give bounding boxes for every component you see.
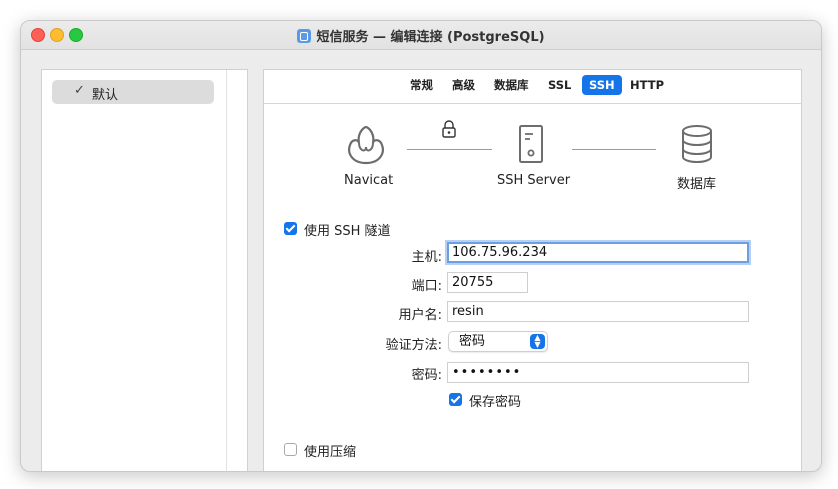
title-bar: 短信服务 — 编辑连接 (PostgreSQL) bbox=[21, 21, 821, 50]
database-icon bbox=[682, 125, 712, 164]
connection-line-left bbox=[407, 149, 492, 150]
connection-window: 短信服务 — 编辑连接 (PostgreSQL) ✓ 默认 常规 高级 数据库 … bbox=[20, 20, 822, 472]
username-field[interactable]: resin bbox=[447, 301, 749, 322]
port-label: 端口: bbox=[411, 279, 442, 294]
use-ssh-tunnel-checkbox[interactable] bbox=[284, 222, 297, 235]
lock-icon bbox=[442, 120, 456, 138]
navicat-label: Navicat bbox=[344, 173, 394, 188]
tab-bar: 常规 高级 数据库 SSL SSH HTTP bbox=[264, 70, 801, 104]
window-title: 短信服务 — 编辑连接 (PostgreSQL) bbox=[21, 26, 821, 45]
ssh-server-icon bbox=[519, 125, 543, 163]
sidebar-item-default[interactable]: ✓ 默认 bbox=[52, 80, 214, 104]
connection-line-right bbox=[572, 149, 656, 150]
save-password-checkbox[interactable] bbox=[449, 393, 462, 406]
host-field[interactable]: 106.75.96.234 bbox=[447, 242, 749, 263]
use-compression-checkbox[interactable] bbox=[284, 443, 297, 456]
window-title-text: 短信服务 — 编辑连接 (PostgreSQL) bbox=[316, 30, 545, 45]
use-ssh-tunnel-label: 使用 SSH 隧道 bbox=[304, 224, 391, 239]
host-label: 主机: bbox=[411, 250, 442, 265]
password-field[interactable]: •••••••• bbox=[447, 362, 749, 383]
auth-method-select[interactable]: 密码 ▲ ▼ bbox=[448, 331, 548, 352]
save-password-label: 保存密码 bbox=[469, 395, 522, 410]
database-label: 数据库 bbox=[677, 177, 717, 192]
port-field[interactable]: 20755 bbox=[447, 272, 528, 293]
checkmark-icon: ✓ bbox=[74, 83, 85, 98]
tab-database[interactable]: 数据库 bbox=[487, 75, 536, 95]
tab-ssl[interactable]: SSL bbox=[541, 75, 578, 95]
use-compression-label: 使用压缩 bbox=[304, 445, 357, 460]
username-label: 用户名: bbox=[398, 308, 442, 323]
auth-method-label: 验证方法: bbox=[385, 338, 442, 353]
chevron-updown-icon: ▲ ▼ bbox=[530, 334, 545, 349]
tab-http[interactable]: HTTP bbox=[623, 75, 671, 95]
profile-sidebar: ✓ 默认 bbox=[41, 69, 248, 471]
tab-advanced[interactable]: 高级 bbox=[445, 75, 482, 95]
postgresql-connection-icon bbox=[297, 29, 312, 43]
sidebar-divider bbox=[226, 70, 227, 471]
settings-panel: 常规 高级 数据库 SSL SSH HTTP Navicat SSH Serve… bbox=[263, 69, 802, 471]
navicat-logo-icon bbox=[348, 125, 384, 165]
tab-ssh[interactable]: SSH bbox=[582, 75, 622, 95]
auth-method-value: 密码 bbox=[459, 334, 486, 349]
password-label: 密码: bbox=[411, 368, 442, 383]
sidebar-item-label: 默认 bbox=[92, 88, 119, 103]
tab-general[interactable]: 常规 bbox=[403, 75, 440, 95]
ssh-server-label: SSH Server bbox=[497, 173, 571, 188]
